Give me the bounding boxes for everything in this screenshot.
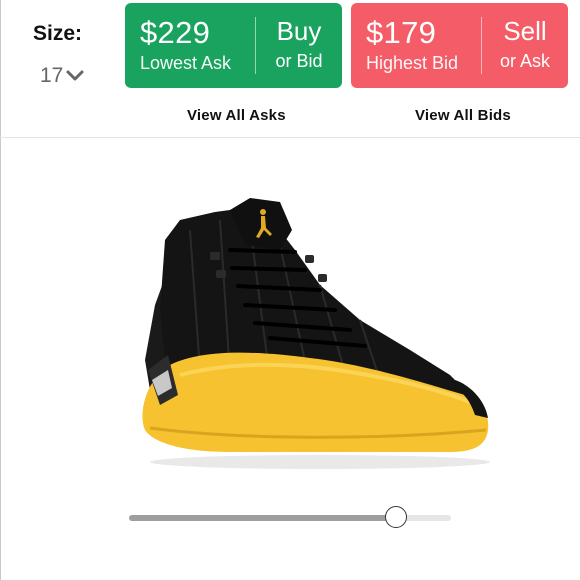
buy-action: Buy or Bid: [256, 3, 342, 88]
highest-bid-block: $179 Highest Bid: [351, 3, 481, 88]
slider-fill: [129, 515, 397, 521]
chevron-down-icon: [66, 70, 84, 81]
sneaker-photo: [142, 198, 490, 469]
size-value: 17: [40, 64, 64, 87]
lowest-ask-caption: Lowest Ask: [140, 53, 232, 73]
product-page: Size: 17 $229 Lowest Ask Buy or Bid $179…: [0, 0, 580, 580]
view-all-bids-link[interactable]: View All Bids: [415, 107, 511, 124]
sell-button[interactable]: $179 Highest Bid Sell or Ask: [351, 3, 568, 88]
rotation-slider[interactable]: [129, 506, 451, 528]
size-label: Size:: [33, 22, 83, 45]
highest-bid-caption: Highest Bid: [366, 53, 459, 73]
lowest-ask-price: $229: [140, 15, 211, 50]
or-ask-label: or Ask: [499, 51, 551, 71]
slider-thumb[interactable]: [385, 506, 408, 528]
or-bid-label: or Bid: [275, 51, 323, 71]
sell-label: Sell: [503, 16, 547, 46]
view-all-asks-link[interactable]: View All Asks: [187, 107, 286, 124]
buy-label: Buy: [276, 16, 322, 46]
header-divider: [0, 137, 580, 138]
size-selector[interactable]: 17: [40, 64, 85, 88]
sell-action: Sell or Ask: [482, 3, 568, 88]
page-border: [0, 0, 1, 580]
buy-button[interactable]: $229 Lowest Ask Buy or Bid: [125, 3, 342, 88]
lowest-ask-block: $229 Lowest Ask: [125, 3, 255, 88]
highest-bid-price: $179: [366, 15, 437, 50]
